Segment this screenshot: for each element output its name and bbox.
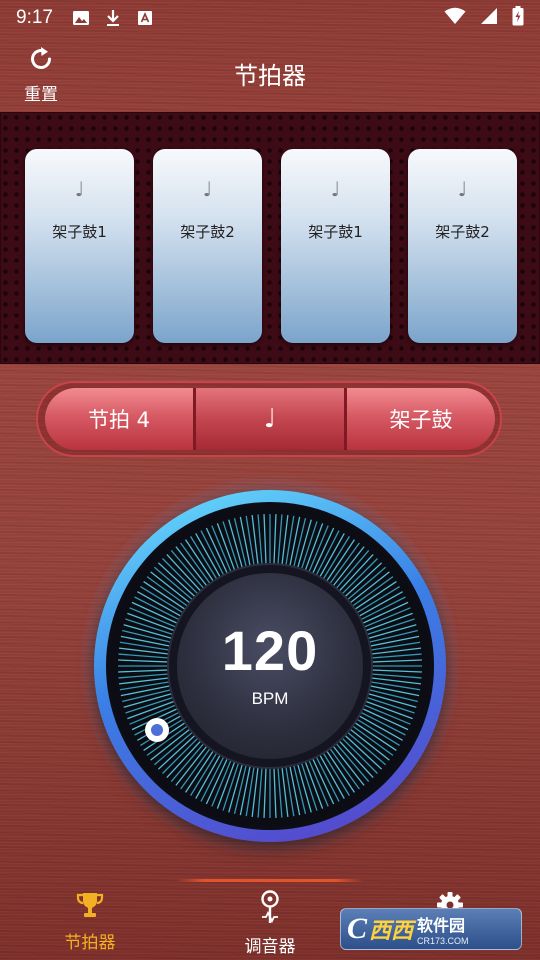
watermark-logo: C 西西 软件园 CR173.COM xyxy=(340,908,522,950)
status-right-icons xyxy=(444,5,524,31)
drum-pad-4[interactable]: ♩ 架子鼓2 xyxy=(408,149,517,343)
bpm-unit: BPM xyxy=(251,688,289,708)
segment-bar: 节拍 4 ♩ 架子鼓 xyxy=(45,388,495,450)
tuner-pin-icon xyxy=(257,890,283,928)
quarter-note-icon: ♩ xyxy=(457,177,468,201)
watermark-text: 软件园 CR173.COM xyxy=(417,912,469,946)
quarter-note-icon: ♩ xyxy=(330,177,341,201)
drum-pad-1[interactable]: ♩ 架子鼓1 xyxy=(25,149,134,343)
font-icon xyxy=(135,9,155,27)
drum-pad-2[interactable]: ♩ 架子鼓2 xyxy=(153,149,262,343)
battery-icon xyxy=(512,5,524,31)
nav-item-tuner[interactable]: 调音器 xyxy=(180,884,360,960)
nav-indicator xyxy=(176,879,364,882)
watermark-sub: CR173.COM xyxy=(417,936,469,946)
nav-label-tuner: 调音器 xyxy=(244,937,296,957)
quarter-note-icon: ♩ xyxy=(74,177,85,201)
watermark-chars: 西西 xyxy=(369,919,414,944)
pad-label: 架子鼓2 xyxy=(180,223,235,241)
pad-label: 架子鼓1 xyxy=(52,223,107,241)
dial-knob-handle[interactable] xyxy=(145,718,169,742)
watermark-letter: C xyxy=(347,912,368,945)
trophy-icon xyxy=(75,890,105,924)
download-icon xyxy=(103,9,123,27)
watermark-main: 软件园 xyxy=(417,916,466,935)
status-bar: 9:17 xyxy=(0,0,540,36)
drum-pad-3[interactable]: ♩ 架子鼓1 xyxy=(281,149,390,343)
nav-label-metronome: 节拍器 xyxy=(64,933,116,953)
tempo-dial[interactable]: 120 BPM xyxy=(80,476,460,856)
pad-label: 架子鼓1 xyxy=(308,223,363,241)
drum-pad-panel: ♩ 架子鼓1 ♩ 架子鼓2 ♩ 架子鼓1 ♩ 架子鼓2 xyxy=(0,112,540,364)
pad-label: 架子鼓2 xyxy=(435,223,490,241)
status-time: 9:17 xyxy=(16,7,53,28)
note-selector[interactable]: ♩ xyxy=(193,388,347,450)
page-title: 节拍器 xyxy=(234,62,306,90)
nav-item-metronome[interactable]: 节拍器 xyxy=(0,884,180,960)
image-icon xyxy=(71,9,91,27)
app-header: 重置 节拍器 xyxy=(0,36,540,108)
bpm-display: 120 BPM xyxy=(177,573,363,759)
wifi-icon xyxy=(444,7,466,30)
beat-selector[interactable]: 节拍 4 xyxy=(45,388,193,450)
bpm-value: 120 xyxy=(221,618,319,682)
quarter-note-icon: ♩ xyxy=(202,177,213,201)
signal-icon xyxy=(480,7,498,30)
instrument-selector[interactable]: 架子鼓 xyxy=(347,388,495,450)
